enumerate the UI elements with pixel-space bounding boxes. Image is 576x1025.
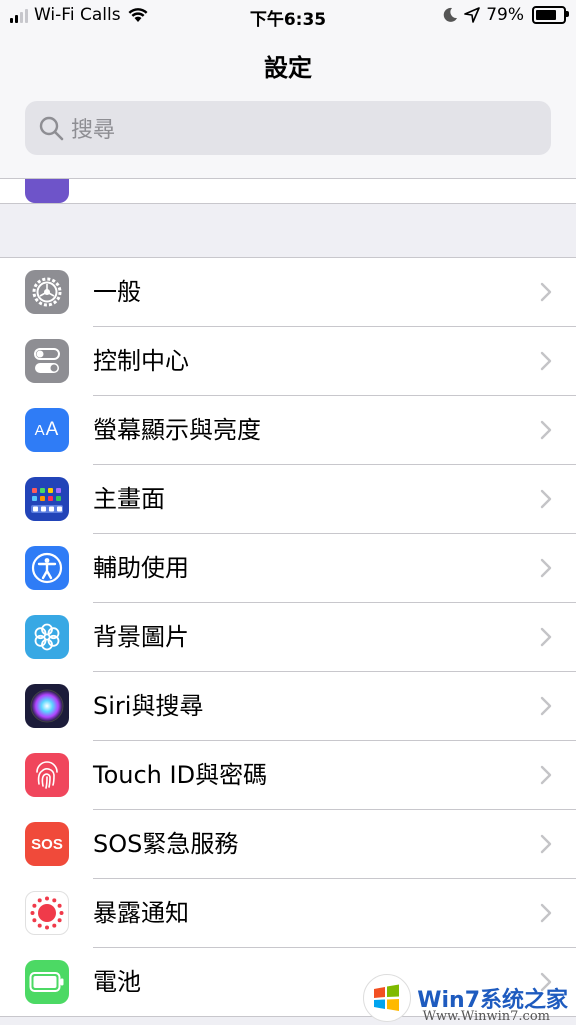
search-icon <box>39 116 64 141</box>
do-not-disturb-moon-icon <box>443 7 458 22</box>
exposure-icon <box>25 891 69 935</box>
home-grid-icon <box>25 477 69 521</box>
settings-item-label: 輔助使用 <box>93 554 189 582</box>
settings-item-accessibility[interactable]: 輔助使用 <box>0 534 576 603</box>
search-placeholder: 搜尋 <box>71 118 116 143</box>
watermark-url: Www.Winwin7.com <box>422 1009 550 1024</box>
accessibility-icon <box>25 546 69 590</box>
header: Wi-Fi Calls 下午6:35 79% 設定 搜尋 <box>0 0 576 178</box>
settings-item-label: SOS緊急服務 <box>93 830 239 858</box>
settings-item-label: Touch ID與密碼 <box>93 761 268 789</box>
settings-item-home-screen[interactable]: 主畫面 <box>0 465 576 534</box>
flower-icon <box>25 615 69 659</box>
screen-time-icon <box>25 179 69 203</box>
settings-item-label: 背景圖片 <box>93 623 189 651</box>
settings-item-touch-id-passcode[interactable]: Touch ID與密碼 <box>0 741 576 810</box>
settings-item-siri-search[interactable]: Siri與搜尋 <box>0 672 576 741</box>
sos-icon: SOS <box>25 822 69 866</box>
battery-status-icon <box>532 6 569 24</box>
fingerprint-icon <box>25 753 69 797</box>
settings-item-general[interactable]: 一般 <box>0 258 576 327</box>
partially-hidden-row[interactable] <box>0 178 576 204</box>
chevron-right-icon <box>540 351 552 371</box>
chevron-right-icon <box>540 489 552 509</box>
battery-icon <box>25 960 69 1004</box>
settings-item-label: Siri與搜尋 <box>93 692 204 720</box>
text-size-icon: AA <box>25 408 69 452</box>
settings-item-wallpaper[interactable]: 背景圖片 <box>0 603 576 672</box>
windows-logo-icon <box>363 974 412 1022</box>
settings-item-control-center[interactable]: 控制中心 <box>0 327 576 396</box>
settings-item-label: 一般 <box>93 278 141 306</box>
page-title: 設定 <box>264 54 312 82</box>
settings-item-label: 控制中心 <box>93 347 189 375</box>
settings-item-label: 螢幕顯示與亮度 <box>93 416 261 444</box>
settings-item-exposure-notifications[interactable]: 暴露通知 <box>0 879 576 948</box>
toggles-icon <box>25 339 69 383</box>
gear-icon <box>25 270 69 314</box>
settings-item-emergency-sos[interactable]: SOS SOS緊急服務 <box>0 810 576 879</box>
chevron-right-icon <box>540 627 552 647</box>
chevron-right-icon <box>540 834 552 854</box>
siri-icon <box>25 684 69 728</box>
chevron-right-icon <box>540 420 552 440</box>
chevron-right-icon <box>540 903 552 923</box>
status-bar: Wi-Fi Calls 下午6:35 79% <box>0 0 576 32</box>
chevron-right-icon <box>540 282 552 302</box>
battery-percent: 79% <box>486 5 524 25</box>
search-input[interactable]: 搜尋 <box>25 101 551 155</box>
settings-item-label: 電池 <box>93 968 141 996</box>
settings-item-label: 主畫面 <box>93 485 165 513</box>
chevron-right-icon <box>540 696 552 716</box>
settings-list: 一般 控制中心 AA 螢幕顯示與亮度 主畫面 輔助使用 背景圖片 Siri與搜尋… <box>0 257 576 1017</box>
chevron-right-icon <box>540 765 552 785</box>
location-arrow-icon <box>464 7 481 23</box>
watermark: Win7系统之家 Www.Winwin7.com <box>363 974 568 1024</box>
settings-item-display-brightness[interactable]: AA 螢幕顯示與亮度 <box>0 396 576 465</box>
settings-item-label: 暴露通知 <box>93 899 189 927</box>
chevron-right-icon <box>540 558 552 578</box>
